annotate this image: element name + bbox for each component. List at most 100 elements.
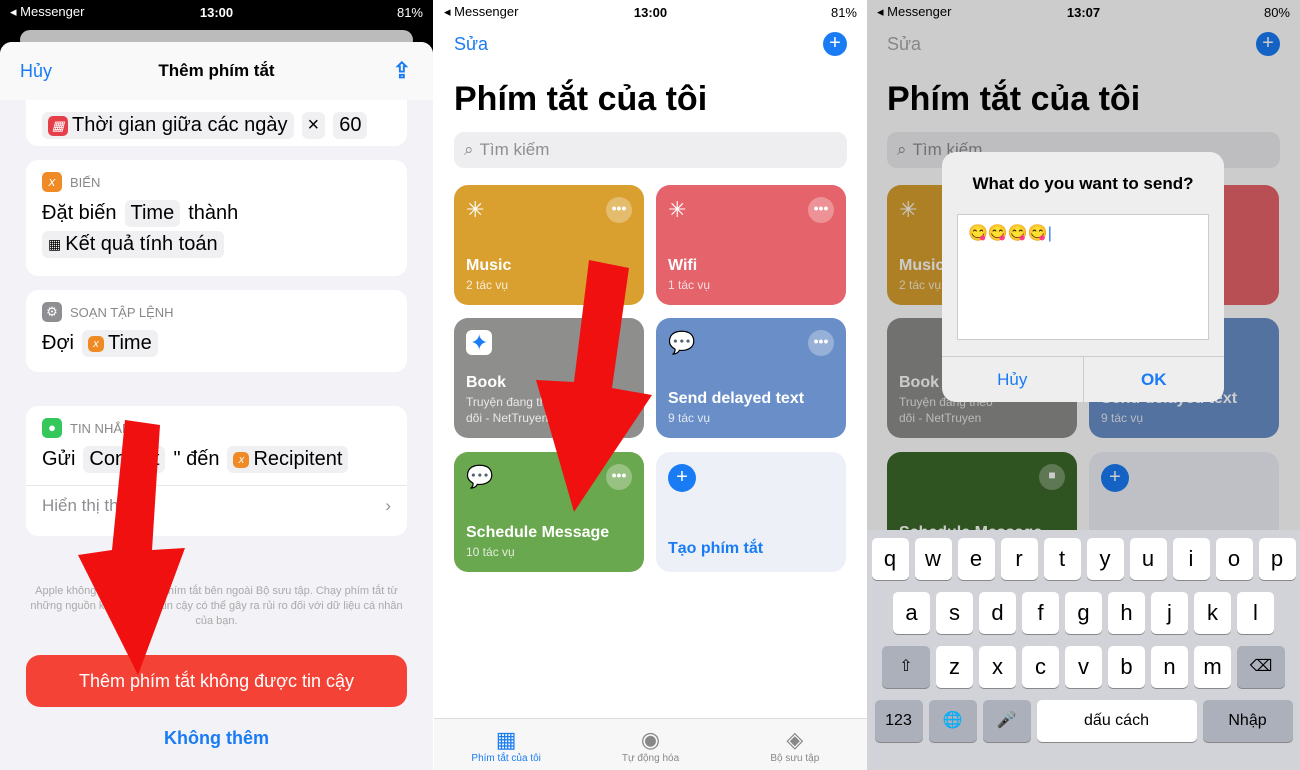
page-title: Phím tắt của tôi bbox=[454, 80, 708, 118]
cancel-button[interactable]: Hủy bbox=[20, 61, 52, 82]
tab-label: Bộ sưu tập bbox=[770, 753, 820, 764]
key-l[interactable]: l bbox=[1237, 592, 1274, 634]
variable-token[interactable]: Time bbox=[108, 332, 152, 355]
shift-key[interactable]: ⇧ bbox=[882, 646, 930, 688]
key-v[interactable]: v bbox=[1065, 646, 1102, 688]
key-e[interactable]: e bbox=[957, 538, 995, 580]
key-f[interactable]: f bbox=[1022, 592, 1059, 634]
shortcut-tile-music[interactable]: ✳ ••• Music 2 tác vụ bbox=[454, 185, 644, 305]
tab-my-shortcuts[interactable]: ▦ Phím tắt của tôi bbox=[434, 719, 578, 770]
status-bar: ◂ Messenger 13:00 81% bbox=[0, 0, 433, 24]
recipient-token[interactable]: Recipitent bbox=[253, 448, 342, 471]
add-shortcut-button[interactable]: + bbox=[823, 32, 847, 56]
more-icon[interactable]: ••• bbox=[606, 197, 632, 223]
space-key[interactable]: dấu cách bbox=[1036, 700, 1197, 742]
action-send-message[interactable]: ● TIN NHẮN Gửi Content " đến x Recipitent Hiể… bbox=[26, 406, 407, 536]
shortcut-tile-wifi[interactable]: ✳ ••• Wifi 1 tác vụ bbox=[656, 185, 846, 305]
content-token[interactable]: Content bbox=[83, 446, 166, 473]
key-c[interactable]: c bbox=[1022, 646, 1059, 688]
key-g[interactable]: g bbox=[1065, 592, 1102, 634]
enter-key[interactable]: Nhập bbox=[1202, 700, 1293, 742]
key-y[interactable]: y bbox=[1086, 538, 1124, 580]
create-shortcut-tile[interactable]: + Tạo phím tắt bbox=[656, 452, 846, 572]
key-k[interactable]: k bbox=[1194, 592, 1231, 634]
key-j[interactable]: j bbox=[1151, 592, 1188, 634]
action-calculate[interactable]: ▦ Thời gian giữa các ngày × 60 bbox=[26, 100, 407, 146]
chevron-right-icon: › bbox=[385, 496, 391, 515]
key-p[interactable]: p bbox=[1258, 538, 1296, 580]
verb: Đợi bbox=[42, 332, 75, 354]
clock: 13:00 bbox=[199, 4, 234, 20]
key-m[interactable]: m bbox=[1194, 646, 1231, 688]
operator[interactable]: × bbox=[301, 112, 326, 139]
result-token[interactable]: Kết quả tính toán bbox=[65, 233, 217, 256]
key-d[interactable]: d bbox=[979, 592, 1016, 634]
add-untrusted-shortcut-button[interactable]: Thêm phím tắt không được tin cậy bbox=[26, 655, 407, 707]
grid-icon: ▦ bbox=[495, 727, 517, 752]
clock: 13:00 bbox=[633, 4, 668, 20]
tile-sub: 1 tác vụ bbox=[668, 278, 711, 292]
search-placeholder: Tìm kiếm bbox=[479, 140, 550, 159]
key-z[interactable]: z bbox=[936, 646, 973, 688]
calculator-icon: ▦ bbox=[48, 236, 62, 252]
variable-icon: x bbox=[88, 335, 105, 352]
key-b[interactable]: b bbox=[1108, 646, 1145, 688]
action-set-variable[interactable]: x BIẾN Đặt biến Time thành ▦ Kết quả tính to… bbox=[26, 160, 407, 276]
key-x[interactable]: x bbox=[979, 646, 1016, 688]
key-i[interactable]: i bbox=[1172, 538, 1210, 580]
show-more-row[interactable]: Hiển thị thêm › bbox=[26, 485, 407, 526]
ok-button[interactable]: OK bbox=[1082, 357, 1225, 402]
clock-check-icon: ◉ bbox=[640, 727, 661, 752]
more-icon[interactable]: ••• bbox=[606, 464, 632, 490]
share-icon[interactable]: ⇪ bbox=[393, 58, 411, 84]
key-u[interactable]: u bbox=[1129, 538, 1167, 580]
sheet-header: Hủy Thêm phím tắt ⇪ bbox=[0, 42, 433, 100]
variable-icon: x bbox=[233, 451, 250, 468]
tile-sub: 9 tác vụ bbox=[668, 411, 711, 425]
tile-sub: Truyện đang theo dõi - NetTruyen bbox=[466, 395, 560, 425]
calendar-icon: ▦ bbox=[48, 115, 68, 136]
key-h[interactable]: h bbox=[1108, 592, 1145, 634]
shortcut-tile-book[interactable]: ✦ Book Truyện đang theo dõi - NetTruyen bbox=[454, 318, 644, 438]
tab-gallery[interactable]: ◈ Bộ sưu tập bbox=[723, 719, 867, 770]
numbers-key[interactable]: 123 bbox=[874, 700, 923, 742]
messages-icon: ● bbox=[42, 418, 62, 438]
tab-automation[interactable]: ◉ Tự động hóa bbox=[578, 719, 722, 770]
search-input[interactable]: ⌕ Tìm kiếm bbox=[454, 132, 847, 168]
key-o[interactable]: o bbox=[1215, 538, 1253, 580]
shortcut-tile-schedule-message[interactable]: 💬 ••• Schedule Message 10 tác vụ bbox=[454, 452, 644, 572]
more-icon[interactable]: ••• bbox=[808, 330, 834, 356]
edit-button[interactable]: Sửa bbox=[454, 34, 488, 55]
search-icon: ⌕ bbox=[464, 140, 474, 159]
tile-sub: 10 tác vụ bbox=[466, 545, 515, 559]
action-wait[interactable]: ⚙ SOẠN TẬP LỆNH Đợi x Time bbox=[26, 290, 407, 372]
backspace-key[interactable]: ⌫ bbox=[1237, 646, 1285, 688]
gear-icon: ⚙ bbox=[42, 302, 62, 322]
safari-icon: ✦ bbox=[466, 330, 493, 355]
warning-note: Apple không kiểm tra các phím tắt bên ng… bbox=[30, 585, 403, 627]
key-a[interactable]: a bbox=[893, 592, 930, 634]
key-t[interactable]: t bbox=[1043, 538, 1081, 580]
microphone-key[interactable]: 🎤 bbox=[982, 700, 1031, 742]
show-more-label: Hiển thị thêm bbox=[42, 496, 143, 515]
shortcut-tile-send-delayed-text[interactable]: 💬 ••• Send delayed text 9 tác vụ bbox=[656, 318, 846, 438]
variable-token[interactable]: Time bbox=[124, 200, 181, 227]
verb: Gửi bbox=[42, 448, 76, 470]
message-input[interactable]: 😋😋😋😋| bbox=[957, 214, 1209, 340]
tile-name: Send delayed text bbox=[668, 390, 805, 407]
key-q[interactable]: q bbox=[871, 538, 909, 580]
add-shortcut-screen: ◂ Messenger 13:00 81% Hủy Thêm phím tắt … bbox=[0, 0, 433, 770]
sheet-title: Thêm phím tắt bbox=[158, 61, 275, 80]
tile-sub: 2 tác vụ bbox=[466, 278, 509, 292]
operand-value[interactable]: 60 bbox=[333, 112, 368, 139]
plus-icon: + bbox=[668, 464, 696, 492]
wand-icon: ✳ bbox=[466, 197, 485, 222]
key-r[interactable]: r bbox=[1000, 538, 1038, 580]
cancel-button[interactable]: Hủy bbox=[942, 357, 1083, 402]
key-w[interactable]: w bbox=[914, 538, 952, 580]
key-s[interactable]: s bbox=[936, 592, 973, 634]
dont-add-button[interactable]: Không thêm bbox=[0, 728, 433, 749]
globe-key[interactable]: 🌐 bbox=[928, 700, 977, 742]
key-n[interactable]: n bbox=[1151, 646, 1188, 688]
more-icon[interactable]: ••• bbox=[808, 197, 834, 223]
